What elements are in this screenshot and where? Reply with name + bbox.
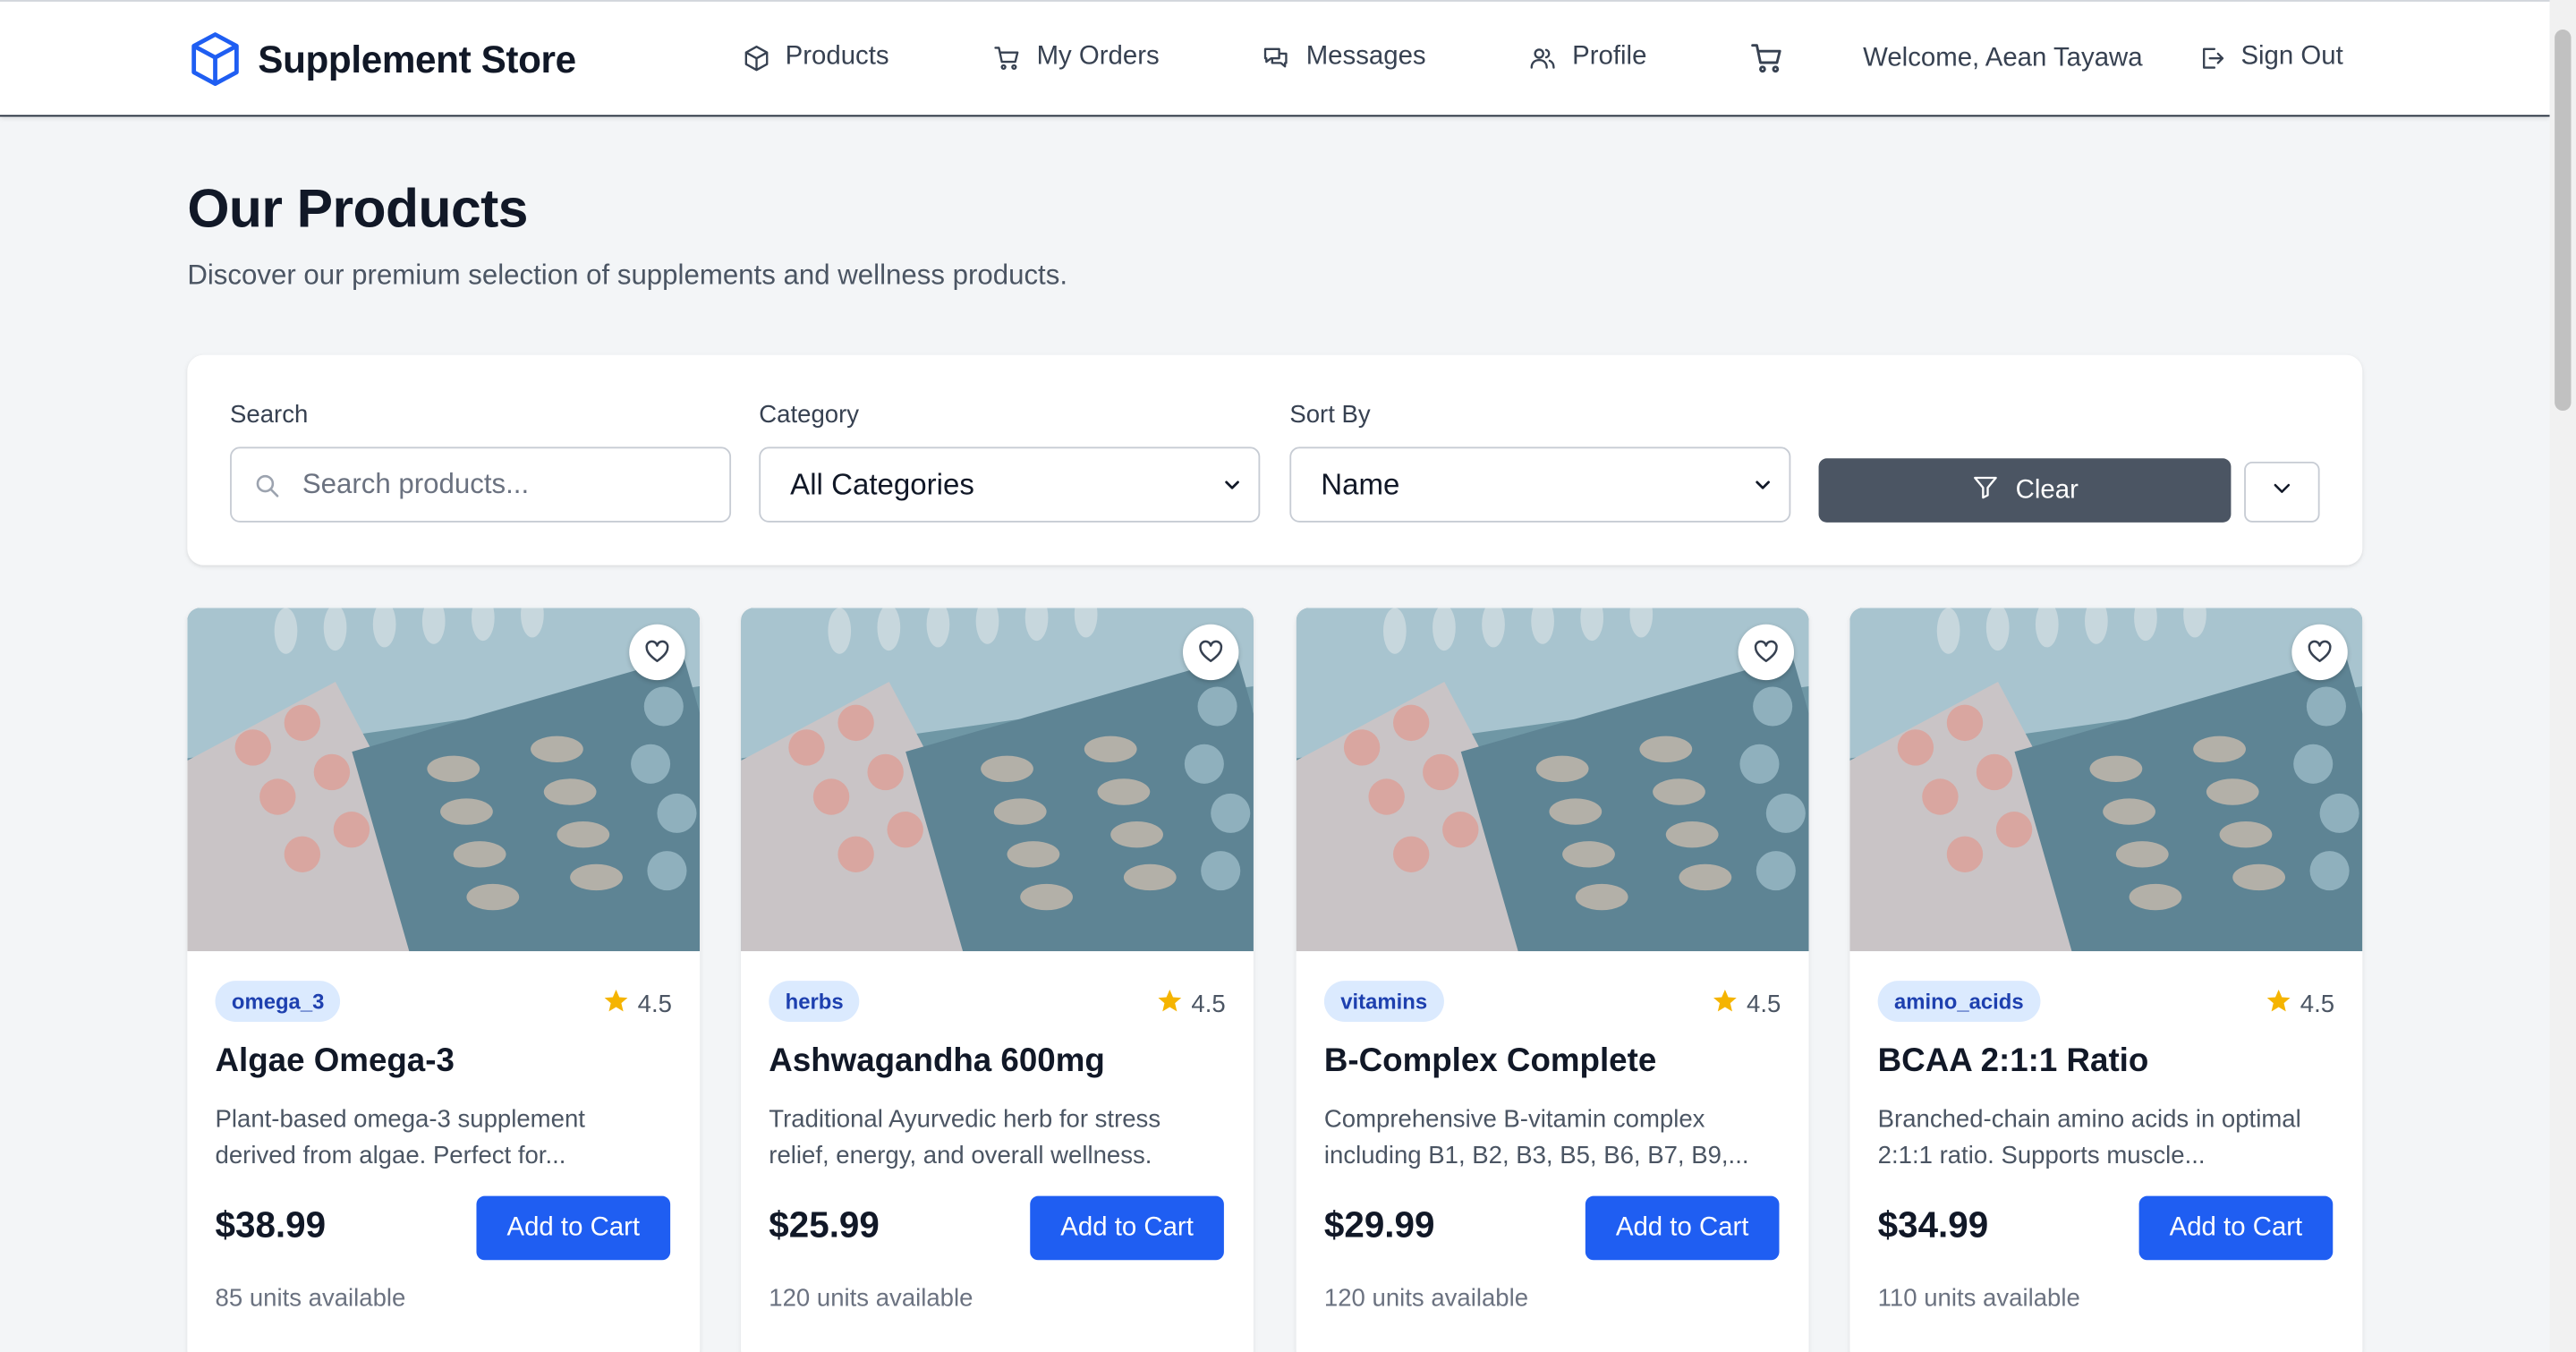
product-description: Traditional Ayurvedic herb for stress re… <box>769 1105 1161 1170</box>
page-scrollbar[interactable] <box>2549 0 2576 1352</box>
filter-icon <box>1971 472 1999 508</box>
product-card[interactable]: amino_acids 4.5 BCAA 2:1:1 Ratio Branche… <box>1849 608 2363 1352</box>
product-image[interactable] <box>1849 608 2363 952</box>
rating: 4.5 <box>603 987 672 1020</box>
top-navbar: Supplement Store Products My Orders Mess… <box>0 0 2550 117</box>
favorite-button[interactable] <box>629 624 685 681</box>
nav-profile-label: Profile <box>1572 42 1647 71</box>
star-icon <box>2266 987 2291 1020</box>
nav-my-orders[interactable]: My Orders <box>992 43 1160 72</box>
category-badge: omega_3 <box>215 981 341 1023</box>
product-name[interactable]: B-Complex Complete <box>1324 1043 1656 1081</box>
favorite-button[interactable] <box>2291 624 2348 681</box>
heart-icon <box>2307 639 2333 665</box>
category-badge: amino_acids <box>1877 981 2041 1023</box>
cart-button[interactable] <box>1749 41 1784 76</box>
add-to-cart-button[interactable]: Add to Cart <box>1585 1195 1780 1261</box>
page-title: Our Products <box>187 177 528 239</box>
nav-profile[interactable]: Profile <box>1528 42 1647 72</box>
rating-value: 4.5 <box>1191 990 1226 1018</box>
rating-value: 4.5 <box>1747 990 1781 1018</box>
clear-filters-label: Clear <box>2015 475 2079 504</box>
clear-filters-button[interactable]: Clear <box>1818 458 2232 523</box>
product-description: Plant-based omega-3 supplement derived f… <box>215 1105 585 1170</box>
star-icon <box>1712 987 1738 1020</box>
product-price: $38.99 <box>215 1203 327 1246</box>
favorite-button[interactable] <box>1738 624 1795 681</box>
product-name[interactable]: Algae Omega-3 <box>216 1043 455 1081</box>
chevron-down-icon <box>2270 476 2293 507</box>
product-card[interactable]: vitamins 4.5 B-Complex Complete Comprehe… <box>1296 608 1809 1352</box>
sort-select-value: Name <box>1321 467 1400 501</box>
brand[interactable]: Supplement Store <box>189 31 576 87</box>
rating: 4.5 <box>2266 987 2334 1020</box>
users-icon <box>1528 44 1558 72</box>
product-price: $29.99 <box>1323 1203 1435 1246</box>
box-logo-icon <box>189 31 242 87</box>
product-image[interactable] <box>741 608 1254 952</box>
rating: 4.5 <box>1157 987 1226 1020</box>
sign-out-button[interactable]: Sign Out <box>2198 43 2343 72</box>
product-image[interactable] <box>187 608 701 952</box>
box-icon <box>743 44 770 72</box>
nav-my-orders-label: My Orders <box>1036 42 1160 71</box>
search-label: Search <box>230 401 309 429</box>
product-description: Branched-chain amino acids in optimal 2:… <box>1877 1105 2301 1170</box>
sign-out-icon <box>2198 44 2226 72</box>
search-input[interactable]: Search products... <box>230 446 732 523</box>
nav-products-label: Products <box>785 42 889 71</box>
star-icon <box>603 987 629 1020</box>
category-badge: vitamins <box>1323 981 1444 1023</box>
product-price: $34.99 <box>1877 1203 1989 1246</box>
chat-icon <box>1260 44 1291 72</box>
stock-count: 85 units available <box>215 1284 406 1314</box>
product-card[interactable]: herbs 4.5 Ashwagandha 600mg Traditional … <box>741 608 1254 1352</box>
rating: 4.5 <box>1712 987 1781 1020</box>
heart-icon <box>644 639 670 665</box>
cart-icon <box>1749 41 1784 76</box>
product-name[interactable]: Ashwagandha 600mg <box>769 1043 1105 1081</box>
cart-icon <box>992 44 1022 72</box>
star-icon <box>1157 987 1183 1020</box>
add-to-cart-button[interactable]: Add to Cart <box>476 1195 671 1261</box>
add-to-cart-button[interactable]: Add to Cart <box>1030 1195 1224 1261</box>
product-name[interactable]: BCAA 2:1:1 Ratio <box>1878 1043 2149 1081</box>
product-description: Comprehensive B-vitamin complex includin… <box>1323 1105 1749 1170</box>
welcome-text: Welcome, Aean Tayawa <box>1863 44 2143 72</box>
add-to-cart-button[interactable]: Add to Cart <box>2138 1195 2334 1261</box>
stock-count: 120 units available <box>769 1284 973 1314</box>
expand-filters-button[interactable] <box>2244 461 2320 523</box>
favorite-button[interactable] <box>1182 624 1239 681</box>
search-placeholder: Search products... <box>302 468 530 500</box>
heart-icon <box>1198 639 1224 665</box>
product-image[interactable] <box>1296 608 1809 952</box>
product-card[interactable]: omega_3 4.5 Algae Omega-3 Plant-based om… <box>187 608 701 1352</box>
rating-value: 4.5 <box>2300 990 2335 1018</box>
heart-icon <box>1753 639 1779 665</box>
sign-out-label: Sign Out <box>2240 42 2343 71</box>
chevron-down-icon <box>1753 475 1773 495</box>
scrollbar-thumb[interactable] <box>2555 30 2572 412</box>
filter-panel: Search Search products... Category All C… <box>187 354 2363 565</box>
category-select[interactable]: All Categories <box>759 446 1261 523</box>
stock-count: 120 units available <box>1323 1284 1529 1314</box>
nav-messages[interactable]: Messages <box>1260 42 1426 72</box>
category-label: Category <box>759 401 860 429</box>
category-select-value: All Categories <box>790 467 974 501</box>
nav-products[interactable]: Products <box>743 43 889 72</box>
chevron-down-icon <box>1222 475 1242 495</box>
rating-value: 4.5 <box>637 990 672 1018</box>
product-price: $25.99 <box>769 1203 880 1246</box>
search-icon <box>253 471 281 498</box>
category-badge: herbs <box>769 981 861 1023</box>
sort-select[interactable]: Name <box>1289 446 1791 523</box>
sort-label: Sort By <box>1289 401 1371 429</box>
brand-title: Supplement Store <box>258 37 576 81</box>
page-subtitle: Discover our premium selection of supple… <box>187 259 1068 291</box>
stock-count: 110 units available <box>1877 1284 2080 1314</box>
nav-messages-label: Messages <box>1305 42 1426 71</box>
